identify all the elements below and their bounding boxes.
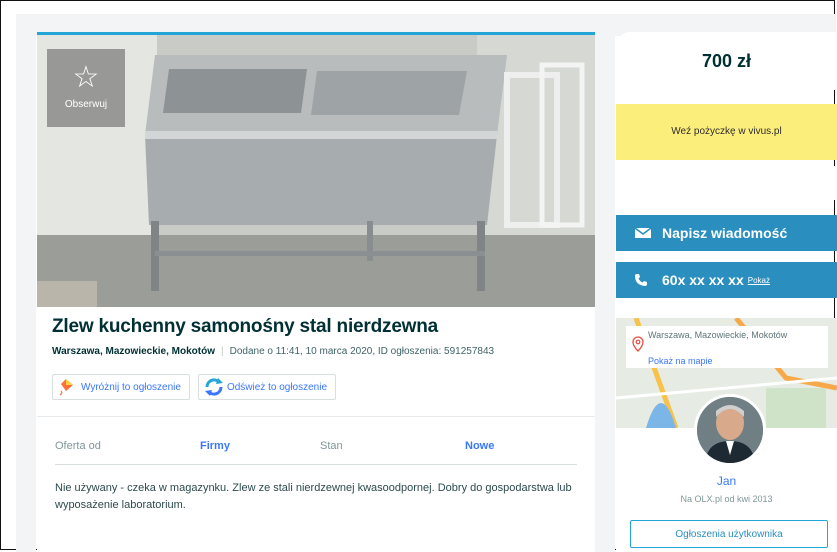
refresh-button[interactable]: Odśwież to ogłoszenie	[197, 374, 337, 400]
kite-icon	[57, 378, 75, 396]
sidebar-spacer	[616, 166, 837, 200]
phone-icon	[634, 273, 652, 287]
refresh-icon	[203, 378, 223, 396]
loan-ad[interactable]: Weź pożyczkę w vivus.pl	[616, 104, 837, 160]
promote-label: Wyróżnij to ogłoszenie	[81, 381, 181, 393]
listing-photo[interactable]: ☆ Obserwuj	[37, 32, 595, 307]
seller-since: Na OLX.pl od kwi 2013	[680, 494, 773, 504]
seller-box: Jan Na OLX.pl od kwi 2013 Ogłoszenia uży…	[616, 394, 837, 552]
observe-button[interactable]: ☆ Obserwuj	[47, 49, 125, 127]
refresh-label: Odśwież to ogłoszenie	[226, 381, 328, 393]
envelope-icon	[634, 226, 652, 240]
star-icon: ☆	[72, 61, 100, 94]
property-value-offer[interactable]: Firmy	[200, 440, 230, 452]
properties-underline	[55, 464, 577, 465]
property-key-offer: Oferta od	[55, 440, 101, 452]
seller-avatar[interactable]	[694, 394, 766, 466]
listing-location: Warszawa, Mazowieckie, Mokotów	[52, 346, 216, 357]
seller-ads-button[interactable]: Ogłoszenia użytkownika	[630, 520, 828, 548]
location-card: Warszawa, Mazowieckie, Mokotów Pokaż na …	[626, 326, 828, 368]
price: 700 zł	[616, 32, 837, 90]
seller-name[interactable]: Jan	[616, 474, 837, 488]
meta-separator: |	[221, 346, 224, 357]
listing-title: Zlew kuchenny samonośny stal nierdzewna	[52, 316, 439, 337]
listing-description: Nie używany - czeka w magazynku. Zlew ze…	[55, 482, 572, 511]
listing-actions: Wyróżnij to ogłoszenie Odśwież to ogłosz…	[52, 374, 337, 400]
listing-added-info: Dodane o 11:41, 10 marca 2020, ID ogłosz…	[229, 346, 495, 357]
phone-show-link[interactable]: Pokaż	[748, 276, 770, 285]
message-button[interactable]: Napisz wiadomość	[616, 215, 837, 251]
phone-number: 60x xx xx xx	[662, 272, 744, 288]
map-location: Warszawa, Mazowieckie, Mokotów	[648, 330, 788, 340]
listing-meta: Warszawa, Mazowieckie, Mokotów | Dodane o …	[52, 346, 494, 357]
promote-button[interactable]: Wyróżnij to ogłoszenie	[52, 374, 190, 400]
observe-label: Obserwuj	[64, 99, 108, 110]
property-value-condition[interactable]: Nowe	[465, 440, 494, 452]
property-key-condition: Stan	[320, 440, 343, 452]
page-background-left	[16, 14, 36, 552]
section-divider	[37, 416, 595, 417]
phone-button[interactable]: 60x xx xx xx Pokaż	[616, 262, 837, 298]
show-on-map-link[interactable]: Pokaż na mapie	[648, 356, 713, 367]
page-background-gutter	[595, 14, 615, 552]
listing-main: ☆ Obserwuj Zlew kuchenny samonośny stal …	[37, 32, 595, 552]
message-label: Napisz wiadomość	[662, 225, 788, 241]
